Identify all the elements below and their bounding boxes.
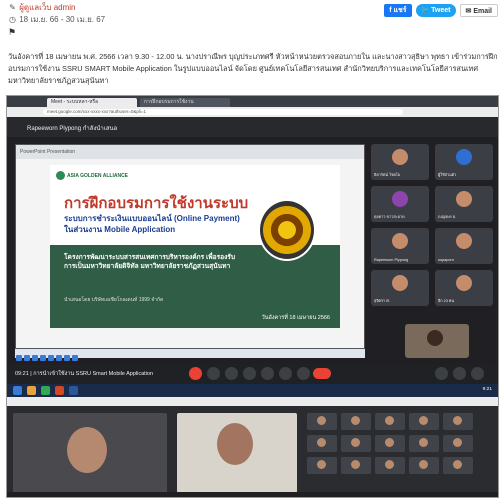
microphone-icon[interactable] <box>189 367 202 380</box>
article-paragraph: วันอังคารที่ 18 เมษายน พ.ศ. 2566 เวลา 9.… <box>8 52 498 85</box>
flag-icon: ⚑ <box>8 27 17 37</box>
second-browser-bar <box>7 397 498 406</box>
powerpoint-icon[interactable] <box>55 386 64 395</box>
participant-tile[interactable]: supaporn <box>435 228 493 264</box>
captions-icon[interactable] <box>225 367 238 380</box>
university-emblem-icon <box>258 199 316 261</box>
participant-tile[interactable]: สุจิตรา ศ. <box>371 270 429 306</box>
date-range: 18 เม.ย. 66 - 30 เม.ย. 67 <box>19 15 106 24</box>
present-icon[interactable] <box>261 367 274 380</box>
author-link[interactable]: ผู้ดูแลเว็บ admin <box>19 3 75 12</box>
slide-body: โครงการพัฒนาระบบสารสนเทศการบริหารองค์กร … <box>64 254 236 270</box>
slide-subtitle: ระบบการชำระเงินแบบออนไลน์ (Online Paymen… <box>64 214 240 234</box>
slide: ASIA GOLDEN ALLIANCE การฝึกอบรมการใช้งาน… <box>50 165 340 328</box>
avatar <box>456 149 472 165</box>
chrome-icon[interactable] <box>41 386 50 395</box>
avatar <box>456 233 472 249</box>
slide-presenter: นำเสนอโดย บริษัทเอเชียโกลเดนท์ 1999 จำกั… <box>64 297 164 303</box>
page: ✎ ผู้ดูแลเว็บ admin ◷ 18 เม.ย. 66 - 30 เ… <box>0 0 504 504</box>
meeting-time: 09:21 | การนำเข้าใช้งาน SSRU Smart Mobil… <box>15 371 154 377</box>
participant-tiles: ธิดารัตน์ ไชยโย ผู้ใช้ส่วนตัว ดุจดาว ขาว… <box>371 144 497 344</box>
avatar <box>456 275 472 291</box>
avatar <box>392 149 408 165</box>
browser-tab: Meet - ระบบหลา-หรือ <box>47 98 137 107</box>
url-text: meet.google.com/xxx-xxxx-xxx?authuser=0&… <box>43 109 403 115</box>
presenter-taskbar <box>15 349 365 361</box>
address-bar: meet.google.com/xxx-xxxx-xxx?authuser=0&… <box>7 107 498 117</box>
meet-header: Rapeeworn Plypong กำลังนำเสนอ <box>7 117 498 137</box>
participant-tile[interactable]: ผู้ใช้ส่วนตัว <box>435 144 493 180</box>
pencil-icon: ✎ <box>9 3 16 12</box>
chat-icon[interactable] <box>471 367 484 380</box>
share-buttons: f แชร์ 🐦 Tweet ✉ Email <box>384 4 498 17</box>
folder-icon[interactable] <box>27 386 36 395</box>
camera-icon[interactable] <box>207 367 220 380</box>
avatar <box>392 275 408 291</box>
avatar <box>392 233 408 249</box>
facebook-share-button[interactable]: f แชร์ <box>384 4 412 17</box>
post-meta: ✎ ผู้ดูแลเว็บ admin ◷ 18 เม.ย. 66 - 30 เ… <box>8 2 308 38</box>
info-icon[interactable] <box>435 367 448 380</box>
meeting-title: Rapeeworn Plypong กำลังนำเสนอ <box>27 126 118 132</box>
taskbar-clock: 9:21 <box>482 387 492 392</box>
hang-up-button[interactable] <box>313 368 331 379</box>
windows-start-icon[interactable] <box>13 386 22 395</box>
participant-video <box>177 413 297 493</box>
participant-tile[interactable]: อีก 23 คน <box>435 270 493 306</box>
clock-icon: ◷ <box>9 15 16 24</box>
email-share-button[interactable]: ✉ Email <box>459 4 498 17</box>
emoji-icon[interactable] <box>243 367 256 380</box>
more-options-icon[interactable] <box>297 367 310 380</box>
people-icon[interactable] <box>453 367 466 380</box>
twitter-share-button[interactable]: 🐦 Tweet <box>415 4 456 17</box>
browser-tab: การฝึกอบรมการใช้งาน <box>140 98 230 107</box>
second-meeting-view <box>7 397 498 497</box>
second-taskbar <box>7 492 498 497</box>
participant-tile[interactable]: เบญจพร ธ. <box>435 186 493 222</box>
presentation-toolbar: PowerPoint Presentation <box>16 145 364 159</box>
browser-tabs: Meet - ระบบหลา-หรือ การฝึกอบรมการใช้งาน <box>7 96 498 107</box>
company-logo-icon <box>56 171 65 180</box>
self-view-camera <box>405 324 469 358</box>
raise-hand-icon[interactable] <box>279 367 292 380</box>
slide-logo: ASIA GOLDEN ALLIANCE <box>56 171 128 180</box>
avatar <box>456 191 472 207</box>
slide-date: วันอังคารที่ 18 เมษายน 2566 <box>261 315 330 321</box>
participant-video <box>13 413 167 493</box>
meeting-controls: 09:21 | การนำเข้าใช้งาน SSRU Smart Mobil… <box>7 364 498 384</box>
meeting-screenshot: Meet - ระบบหลา-หรือ การฝึกอบรมการใช้งาน … <box>6 95 499 498</box>
presentation-window: PowerPoint Presentation ASIA GOLDEN ALLI… <box>15 144 365 349</box>
avatar <box>392 191 408 207</box>
participant-tile[interactable]: ธิดารัตน์ ไชยโย <box>371 144 429 180</box>
participant-tile[interactable]: ดุจดาว ขาวสะอาด <box>371 186 429 222</box>
participant-tile[interactable]: Rapeeworn Plypong <box>371 228 429 264</box>
windows-taskbar: 9:21 <box>7 384 498 397</box>
word-icon[interactable] <box>69 386 78 395</box>
slide-title: การฝึกอบรมการใช้งานระบบ <box>64 195 249 212</box>
